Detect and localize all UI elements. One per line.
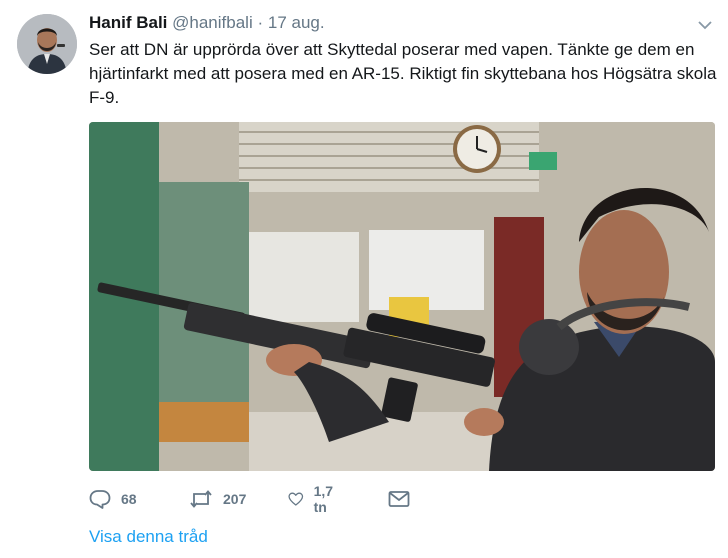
- tweet-date[interactable]: 17 aug.: [268, 13, 325, 32]
- retweet-icon: [190, 490, 212, 508]
- like-button[interactable]: 1,7 tn: [288, 483, 339, 515]
- reply-button[interactable]: 68: [89, 487, 137, 511]
- tweet-card[interactable]: Hanif Bali @hanifbali · 17 aug. Ser att …: [0, 0, 728, 558]
- chevron-down-icon: [698, 20, 712, 29]
- retweet-button[interactable]: 207: [189, 487, 246, 511]
- tweet-photo[interactable]: [89, 122, 715, 471]
- author-handle[interactable]: @hanifbali: [172, 13, 253, 32]
- envelope-icon: [388, 491, 410, 507]
- retweet-count: 207: [223, 491, 247, 507]
- show-thread-link[interactable]: Visa denna tråd: [89, 527, 208, 547]
- author-name[interactable]: Hanif Bali: [89, 13, 167, 32]
- reply-count: 68: [121, 491, 137, 507]
- tweet-text: Ser att DN är upprörda över att Skytteda…: [89, 40, 717, 107]
- heart-icon: [288, 492, 304, 506]
- tweet-menu-button[interactable]: [694, 14, 716, 36]
- avatar-image: [17, 14, 77, 74]
- reply-icon: [89, 490, 111, 509]
- tweet-header: Hanif Bali @hanifbali · 17 aug.: [89, 12, 325, 34]
- photo-image: [89, 122, 715, 471]
- avatar[interactable]: [17, 14, 77, 74]
- header-separator: ·: [257, 13, 264, 32]
- direct-message-button[interactable]: [388, 487, 410, 511]
- like-count: 1,7 tn: [313, 483, 334, 515]
